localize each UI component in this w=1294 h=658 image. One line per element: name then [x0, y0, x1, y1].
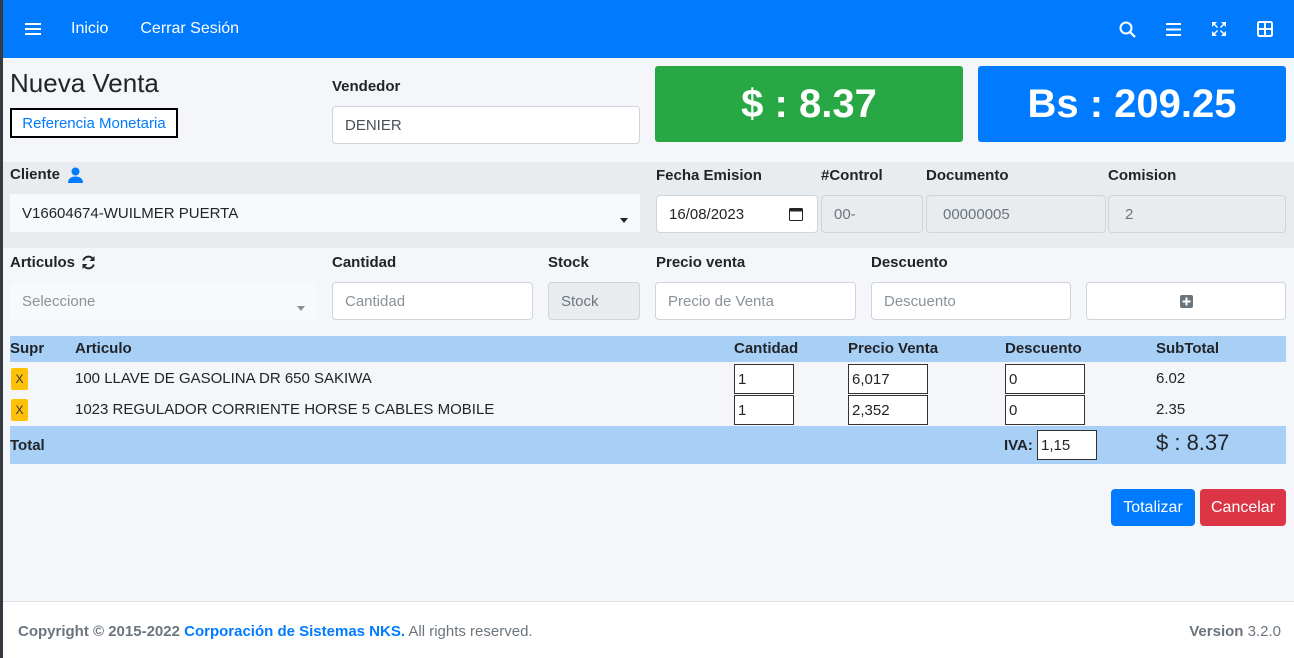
control-label: #Control	[821, 167, 883, 184]
row-precio-input[interactable]: 2,352	[848, 395, 928, 425]
table-row: X 1023 REGULADOR CORRIENTE HORSE 5 CABLE…	[10, 394, 1286, 426]
cantidad-label: Cantidad	[332, 254, 397, 271]
total-label: Total	[10, 437, 45, 454]
navbar-left: Inicio Cerrar Sesión	[3, 13, 239, 45]
search-icon[interactable]	[1104, 13, 1150, 45]
row-articulo: 100 LLAVE DE GASOLINA DR 650 SAKIWA	[75, 370, 372, 387]
rights-text: All rights reserved.	[408, 623, 533, 640]
hamburger-icon[interactable]	[17, 13, 49, 45]
fecha-label: Fecha Emision	[656, 167, 762, 184]
fecha-input[interactable]: 16/08/2023	[656, 195, 818, 233]
iva-input[interactable]: 1,15	[1037, 430, 1097, 460]
table-row: X 100 LLAVE DE GASOLINA DR 650 SAKIWA 1 …	[10, 363, 1286, 395]
page-footer: Copyright © 2015-2022 Corporación de Sis…	[3, 601, 1294, 658]
fecha-value: 16/08/2023	[669, 205, 745, 223]
control-input: 00-	[821, 195, 923, 233]
add-item-button[interactable]	[1086, 282, 1286, 320]
articulos-placeholder: Seleccione	[22, 292, 96, 310]
row-articulo: 1023 REGULADOR CORRIENTE HORSE 5 CABLES …	[75, 401, 495, 418]
articulos-select[interactable]: Seleccione	[10, 282, 317, 320]
articulos-label: Articulos	[10, 254, 76, 271]
referencia-monetaria-button[interactable]: Referencia Monetaria	[10, 108, 178, 138]
th-supr: Supr	[10, 340, 45, 357]
row-cantidad-input[interactable]: 1	[734, 395, 794, 425]
descuento-input[interactable]: Descuento	[871, 282, 1071, 320]
comision-input: 2	[1108, 195, 1286, 233]
row-descuento-input[interactable]: 0	[1005, 395, 1085, 425]
nav-link-cerrar-sesion[interactable]: Cerrar Sesión	[140, 20, 239, 38]
chevron-down-icon	[620, 210, 628, 227]
th-descuento: Descuento	[1005, 340, 1082, 357]
cancelar-button[interactable]: Cancelar	[1200, 489, 1286, 526]
list-icon[interactable]	[1150, 13, 1196, 45]
total-bs-display: Bs : 209.25	[978, 66, 1286, 142]
plus-square-icon	[1179, 294, 1193, 308]
calendar-icon[interactable]	[789, 207, 803, 225]
cliente-label: Cliente	[10, 166, 61, 183]
top-navbar: Inicio Cerrar Sesión	[3, 0, 1294, 58]
remove-item-button[interactable]: X	[11, 368, 28, 390]
iva-label: IVA:	[1004, 437, 1033, 454]
total-usd-display: $ : 8.37	[655, 66, 963, 142]
version-label: Version	[1189, 623, 1244, 640]
totalizar-button[interactable]: Totalizar	[1111, 489, 1195, 526]
th-subtotal: SubTotal	[1156, 340, 1220, 357]
table-footer: Total IVA: 1,15 $ : 8.37	[10, 426, 1286, 464]
grid-icon[interactable]	[1242, 13, 1288, 45]
vendedor-label: Vendedor	[332, 78, 401, 95]
cliente-select[interactable]: V16604674-WUILMER PUERTA	[10, 194, 640, 232]
row-cantidad-input[interactable]: 1	[734, 364, 794, 394]
cliente-label-group: Cliente	[10, 166, 84, 183]
table-header: Supr Articulo Cantidad Precio Venta Desc…	[10, 336, 1286, 362]
page-title: Nueva Venta	[10, 68, 159, 98]
nav-link-inicio[interactable]: Inicio	[71, 20, 108, 38]
row-descuento-input[interactable]: 0	[1005, 364, 1085, 394]
version-value: 3.2.0	[1247, 623, 1281, 640]
navbar-right	[1104, 0, 1294, 58]
row-precio-input[interactable]: 6,017	[848, 364, 928, 394]
cliente-selected-value: V16604674-WUILMER PUERTA	[22, 204, 239, 222]
precio-input[interactable]: Precio de Venta	[655, 282, 856, 320]
row-subtotal: 6.02	[1156, 370, 1186, 387]
user-icon[interactable]	[68, 167, 84, 183]
company-link[interactable]: Corporación de Sistemas NKS.	[184, 623, 405, 640]
descuento-label: Descuento	[871, 254, 948, 271]
stock-input: Stock	[548, 282, 640, 320]
table-total-value: $ : 8.37	[1156, 430, 1230, 455]
th-articulo: Articulo	[75, 340, 132, 357]
remove-item-button[interactable]: X	[11, 399, 28, 421]
footer-copyright: Copyright © 2015-2022 Corporación de Sis…	[18, 623, 533, 640]
comision-label: Comision	[1108, 167, 1177, 184]
refresh-icon[interactable]	[81, 255, 96, 270]
row-subtotal: 2.35	[1156, 401, 1186, 418]
th-cantidad: Cantidad	[734, 340, 799, 357]
precio-label: Precio venta	[656, 254, 746, 271]
stock-label: Stock	[548, 254, 589, 271]
documento-label: Documento	[926, 167, 1009, 184]
footer-version: Version 3.2.0	[1189, 623, 1281, 640]
documento-input: 00000005	[926, 195, 1106, 233]
vendedor-input[interactable]: DENIER	[332, 106, 640, 144]
copyright-text: Copyright © 2015-2022	[18, 623, 180, 640]
th-precio-venta: Precio Venta	[848, 340, 939, 357]
chevron-down-icon	[297, 298, 305, 315]
articulos-label-group: Articulos	[10, 254, 96, 271]
cantidad-input[interactable]: Cantidad	[332, 282, 533, 320]
expand-icon[interactable]	[1196, 13, 1242, 45]
